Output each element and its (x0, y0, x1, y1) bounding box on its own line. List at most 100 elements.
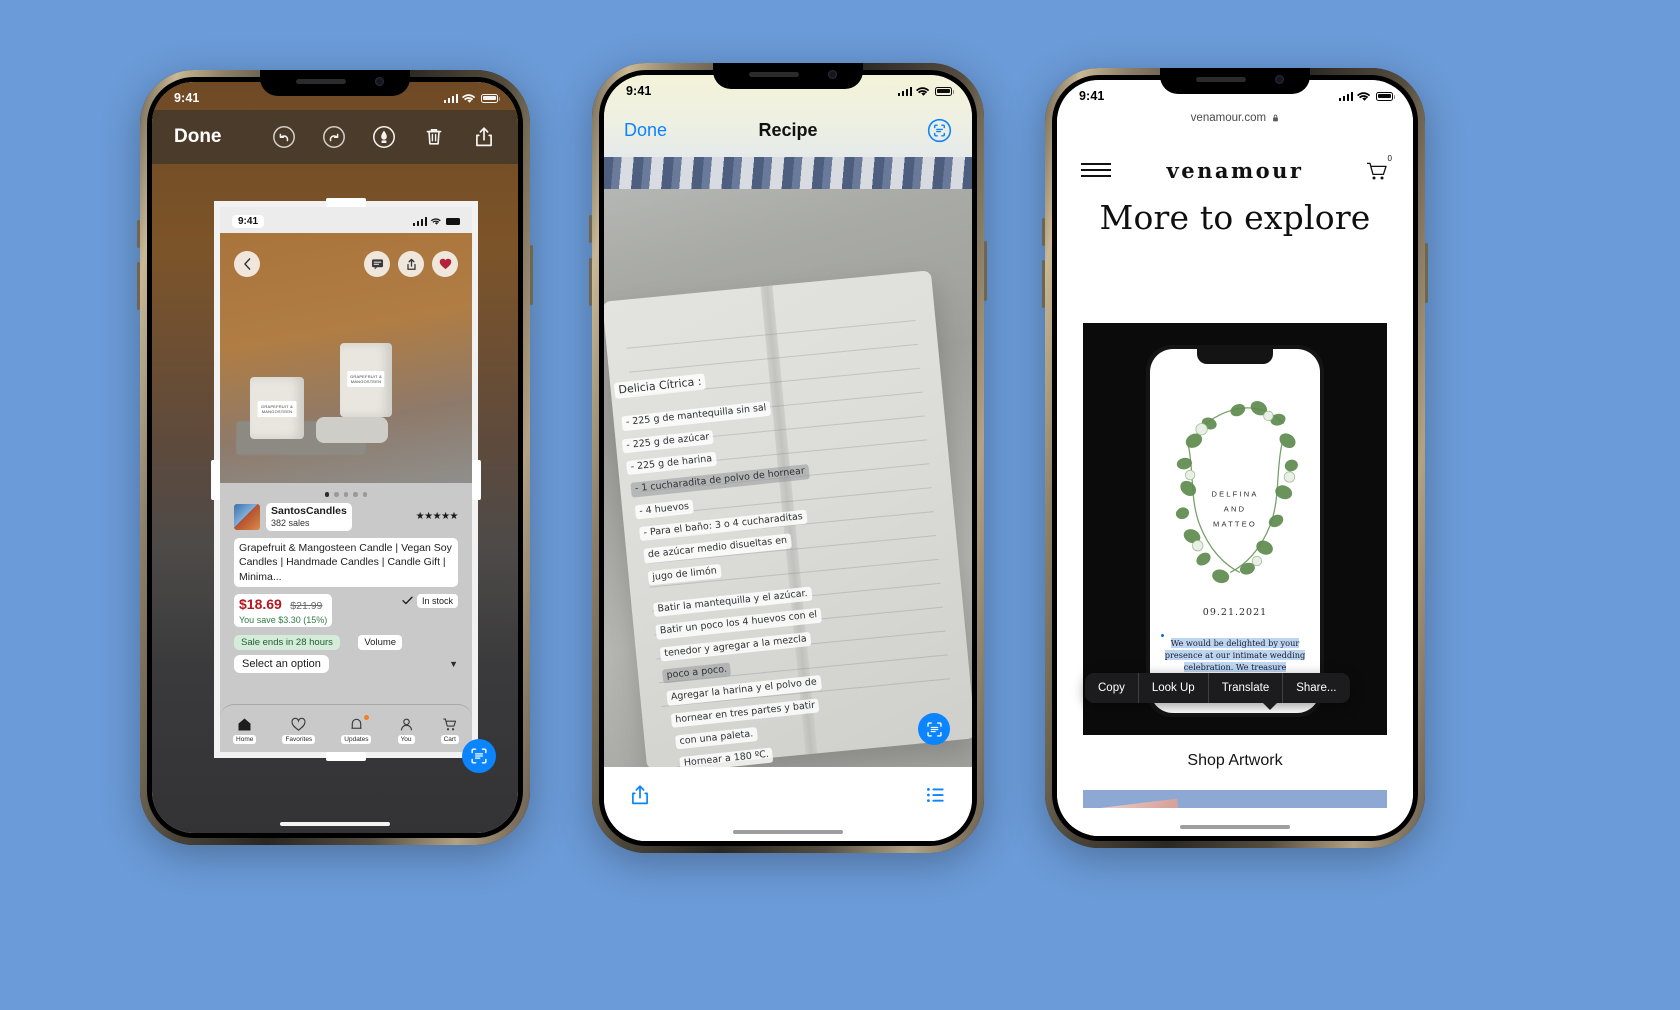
invitation-body-text[interactable]: We would be delighted by your presence a… (1159, 633, 1311, 674)
markup-tools (272, 125, 496, 149)
etsy-tab-bar: Home Favorites Updates You Cart (220, 704, 472, 752)
live-text-scan-icon[interactable] (918, 713, 950, 745)
wifi-icon (916, 86, 930, 96)
price-box: $18.69 $21.99 You save $3.30 (15%) (234, 593, 333, 627)
power-button[interactable] (984, 241, 987, 301)
redo-icon[interactable] (322, 125, 346, 149)
invitation-showcase-card[interactable]: DELFINA AND MATTEO 09.21.2021 We would b… (1083, 323, 1387, 735)
tab-favorites-label: Favorites (282, 735, 316, 744)
step-line: poco a poco. (662, 662, 732, 684)
share-icon[interactable] (398, 251, 424, 277)
volume-up-button[interactable] (137, 220, 140, 248)
phone-markup-editor: 9:41 GRAPEFRUIT & MANGOSTEEN GRAPEFRUIT … (137, 70, 533, 845)
selected-text[interactable]: We would be delighted by your presence a… (1164, 637, 1306, 673)
ingredient-line: - 4 huevos (634, 499, 694, 520)
recognized-text-overlay[interactable]: Delicia Cítrica : - 225 g de mantequilla… (613, 348, 962, 767)
carousel-dots[interactable] (220, 483, 472, 503)
status-indicators (1338, 91, 1395, 102)
markup-pen-icon[interactable] (372, 125, 396, 149)
product-photo-actions (220, 251, 472, 277)
next-product-preview[interactable] (1083, 790, 1387, 808)
copy-menu-item[interactable]: Copy (1085, 673, 1139, 703)
site-header: venamour 0 (1057, 142, 1413, 198)
screenshot-being-edited[interactable]: 9:41 GRAPEFRUIT & MANGOSTEEN GRAPEFRUIT … (220, 207, 472, 752)
hamburger-menu-icon[interactable] (1081, 163, 1111, 177)
stock-status: In stock (402, 593, 458, 608)
shop-info: SantosCandles 382 sales (266, 502, 352, 532)
back-chevron-icon[interactable] (234, 251, 260, 277)
volume-up-button[interactable] (589, 215, 592, 243)
wifi-icon (1357, 91, 1371, 101)
shop-row[interactable]: SantosCandles 382 sales ★★★★★ (220, 502, 472, 532)
tab-home[interactable]: Home (233, 717, 257, 744)
recipe-ingredients-block: - 225 g de mantequilla sin sal - 225 g d… (617, 380, 934, 589)
step-line: con una paleta. (674, 727, 758, 750)
status-time: 9:41 (1079, 89, 1105, 103)
preview-card-floral (1085, 798, 1185, 808)
home-indicator[interactable] (1180, 825, 1290, 829)
volume-down-button[interactable] (589, 258, 592, 306)
inner-status-time: 9:41 (232, 215, 265, 228)
option-select[interactable]: Select an option ▼ (234, 654, 458, 673)
tab-you[interactable]: You (397, 717, 415, 744)
bride-name: DELFINA (1211, 489, 1259, 499)
power-button[interactable] (1425, 243, 1428, 303)
undo-icon[interactable] (272, 125, 296, 149)
favorite-heart-icon[interactable] (432, 251, 458, 277)
updates-badge (364, 715, 370, 720)
cart-icon[interactable]: 0 (1363, 154, 1392, 182)
url-bar[interactable]: venamour.com (1057, 112, 1413, 124)
earpiece-speaker (1196, 77, 1246, 82)
option-label: Volume (358, 634, 403, 650)
shop-sales: 382 sales (271, 517, 310, 528)
candle-label-large: GRAPEFRUIT & MANGOSTEEN (347, 371, 385, 388)
live-text-scan-icon[interactable] (462, 739, 496, 773)
ingredient-line: - 225 g de harina (626, 451, 717, 476)
translate-menu-item[interactable]: Translate (1209, 673, 1284, 703)
product-title: Grapefruit & Mangosteen Candle | Vegan S… (234, 538, 458, 587)
volume-up-button[interactable] (1042, 218, 1045, 246)
page-heading: More to explore (1099, 198, 1371, 237)
tab-cart[interactable]: Cart (440, 717, 459, 744)
home-indicator[interactable] (733, 830, 843, 834)
comment-icon[interactable] (364, 251, 390, 277)
look-up-menu-item[interactable]: Look Up (1139, 673, 1209, 703)
person-icon (400, 718, 412, 731)
candle-label-small: GRAPEFRUIT & MANGOSTEEN (257, 400, 297, 417)
phone-notch (260, 70, 410, 96)
done-button[interactable]: Done (174, 126, 222, 148)
tab-updates[interactable]: Updates (341, 715, 372, 744)
status-indicators (443, 93, 500, 104)
cellular-bars-icon (1338, 91, 1353, 101)
battery-full-icon (481, 93, 500, 103)
wifi-icon (431, 218, 441, 225)
price-original: $21.99 (290, 599, 323, 612)
mini-phone-screen: DELFINA AND MATTEO 09.21.2021 We would b… (1150, 349, 1320, 713)
option-select-value: Select an option (234, 654, 329, 673)
site-brand[interactable]: venamour (1167, 158, 1304, 183)
recipe-steps-block: Batir la mantequilla y el azúcar. Batir … (636, 567, 953, 767)
live-text-scan-icon[interactable] (927, 118, 952, 143)
list-view-icon[interactable] (924, 783, 948, 807)
shop-artwork-link[interactable]: Shop Artwork (1057, 752, 1413, 770)
home-indicator[interactable] (280, 822, 390, 826)
share-menu-item[interactable]: Share... (1283, 673, 1349, 703)
power-button[interactable] (530, 245, 533, 305)
volume-down-button[interactable] (137, 262, 140, 310)
phone-notes-live-text: Delicia Cítrica : - 225 g de mantequilla… (589, 63, 987, 853)
share-icon[interactable] (472, 125, 496, 149)
url-text: venamour.com (1190, 112, 1267, 124)
scanned-photo[interactable]: Delicia Cítrica : - 225 g de mantequilla… (604, 157, 972, 767)
done-button[interactable]: Done (624, 120, 667, 141)
shop-rating: ★★★★★ (415, 511, 459, 523)
price-line: $18.69 $21.99 (239, 596, 322, 613)
share-icon[interactable] (628, 783, 652, 807)
price-current: $18.69 (239, 595, 282, 612)
bell-icon (351, 718, 362, 729)
volume-down-button[interactable] (1042, 260, 1045, 308)
selection-handle-start[interactable] (1161, 633, 1164, 637)
stone-base (316, 417, 388, 443)
tab-favorites[interactable]: Favorites (282, 717, 316, 744)
fabric-edge (604, 157, 972, 189)
trash-icon[interactable] (422, 125, 446, 149)
